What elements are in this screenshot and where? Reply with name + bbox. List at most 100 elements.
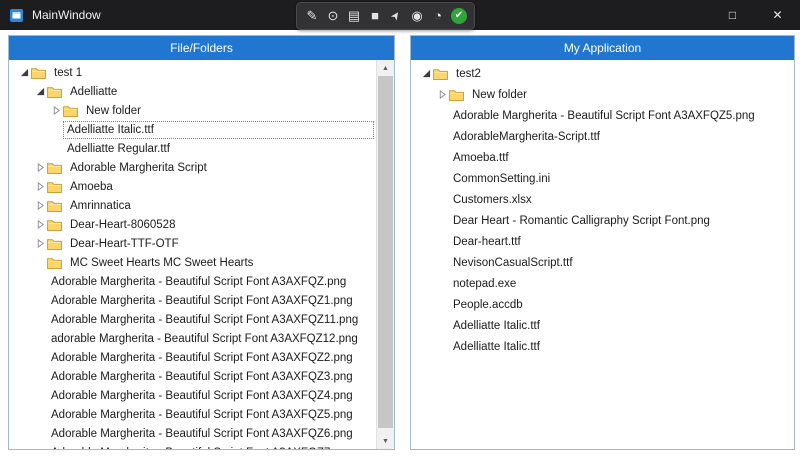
- folder-icon: [433, 68, 452, 80]
- expander-collapsed-icon[interactable]: [33, 182, 47, 191]
- tree-item-label: Dear-Heart-TTF-OTF: [66, 235, 183, 253]
- my-application-tree[interactable]: test2 New folder Adorable Margherita - Bea…: [411, 60, 794, 449]
- tree-item-folder[interactable]: Amrinnatica: [9, 196, 377, 215]
- tree-item-label: Dear-heart.ttf: [449, 233, 525, 251]
- folder-icon: [47, 181, 66, 193]
- tree-item-label: Amrinnatica: [66, 197, 135, 215]
- expander-expanded-icon[interactable]: [419, 69, 433, 78]
- expander-collapsed-icon[interactable]: [49, 106, 63, 115]
- maximize-button[interactable]: □: [710, 0, 755, 30]
- capture-toolbar: ✎ ⊙ ▤ ■➤◉ ◔ ✔: [296, 2, 475, 30]
- screen-share-icon[interactable]: ▤: [346, 8, 362, 24]
- folder-icon: [63, 105, 82, 117]
- tree-item-label: Adorable Margherita - Beautiful Script F…: [449, 107, 759, 125]
- window-title: MainWindow: [32, 8, 101, 22]
- my-application-panel: My Application test2New folderAdorable M…: [410, 35, 795, 450]
- tree-item-label: Adelliatte Italic.ttf: [449, 317, 544, 335]
- webcam-icon[interactable]: ⊙: [325, 8, 341, 24]
- tree-item-file[interactable]: Customers.xlsx: [411, 189, 794, 210]
- tree-item-folder[interactable]: test 1: [9, 63, 377, 82]
- tree-item-file[interactable]: AdorableMargherita-Script.ttf: [411, 126, 794, 147]
- tree-item-label: adorable Margherita - Beautiful Script F…: [47, 330, 362, 348]
- tree-item-file[interactable]: Adorable Margherita - Beautiful Script F…: [9, 348, 377, 367]
- file-folders-panel: File/Folders test 1AdelliatteNew folderA…: [8, 35, 395, 450]
- cursor-icon[interactable]: ➤: [385, 5, 407, 27]
- tree-item-file[interactable]: notepad.exe: [411, 273, 794, 294]
- screen-annotate-icon[interactable]: ✎: [304, 8, 320, 24]
- folder-icon: [47, 86, 66, 98]
- tree-item-folder[interactable]: Adelliatte: [9, 82, 377, 101]
- tree-item-label: Adelliatte Regular.ttf: [63, 140, 174, 158]
- tree-item-folder[interactable]: New folder: [9, 101, 377, 120]
- tree-item-label: Adorable Margherita Script: [66, 159, 211, 177]
- scrollbar-thumb[interactable]: [378, 76, 393, 428]
- tree-item-file[interactable]: Adelliatte Regular.ttf: [9, 139, 377, 158]
- folder-icon: [47, 238, 66, 250]
- record-icon[interactable]: ◉: [409, 8, 425, 24]
- tree-item-label: AdorableMargherita-Script.ttf: [449, 128, 604, 146]
- tree-item-label: People.accdb: [449, 296, 527, 314]
- window-controls: □ ✕: [710, 0, 800, 30]
- tree-item-file[interactable]: Amoeba.ttf: [411, 147, 794, 168]
- tree-item-file[interactable]: Dear Heart - Romantic Calligraphy Script…: [411, 210, 794, 231]
- tree-item-folder[interactable]: Amoeba: [9, 177, 377, 196]
- tree-item-label: Adorable Margherita - Beautiful Script F…: [47, 368, 357, 386]
- folder-icon: [449, 89, 468, 101]
- tree-item-file[interactable]: Adelliatte Italic.ttf: [411, 336, 794, 357]
- expander-collapsed-icon[interactable]: [33, 239, 47, 248]
- tree-item-file[interactable]: Dear-heart.ttf: [411, 231, 794, 252]
- expander-expanded-icon[interactable]: [17, 68, 31, 77]
- tree-item-folder[interactable]: MC Sweet Hearts MC Sweet Hearts: [9, 253, 377, 272]
- tree-item-label: Adelliatte Italic.ttf: [449, 338, 544, 356]
- tree-item-label: notepad.exe: [449, 275, 520, 293]
- tree-item-file[interactable]: Adelliatte Italic.ttf: [411, 315, 794, 336]
- tree-item-label: Adorable Margherita - Beautiful Script F…: [47, 444, 357, 450]
- tree-item-file[interactable]: Adorable Margherita - Beautiful Script F…: [9, 272, 377, 291]
- tree-item-label: Dear-Heart-8060528: [66, 216, 179, 234]
- tree-item-file[interactable]: Adorable Margherita - Beautiful Script F…: [9, 310, 377, 329]
- tree-item-label: Adorable Margherita - Beautiful Script F…: [47, 349, 357, 367]
- vertical-scrollbar[interactable]: ▲ ▼: [376, 60, 394, 449]
- file-folders-tree[interactable]: test 1AdelliatteNew folderAdelliatte Ita…: [9, 60, 377, 449]
- tree-item-file[interactable]: People.accdb: [411, 294, 794, 315]
- tree-item-file[interactable]: NevisonCasualScript.ttf: [411, 252, 794, 273]
- folder-icon: [47, 162, 66, 174]
- success-icon[interactable]: ✔: [451, 8, 467, 24]
- tree-item-folder[interactable]: Dear-Heart-8060528: [9, 215, 377, 234]
- folder-icon: [47, 219, 66, 231]
- close-button[interactable]: ✕: [755, 0, 800, 30]
- scroll-down-icon[interactable]: ▼: [377, 433, 394, 449]
- tree-item-file[interactable]: Adorable Margherita - Beautiful Script F…: [9, 386, 377, 405]
- tree-item-label: Adorable Margherita - Beautiful Script F…: [47, 387, 357, 405]
- expander-expanded-icon[interactable]: [33, 87, 47, 96]
- tree-item-file[interactable]: Adorable Margherita - Beautiful Script F…: [9, 405, 377, 424]
- tree-item-label: MC Sweet Hearts MC Sweet Hearts: [66, 254, 257, 272]
- tree-item-file[interactable]: Adelliatte Italic.ttf: [9, 120, 377, 139]
- tree-item-file[interactable]: Adorable Margherita - Beautiful Script F…: [9, 367, 377, 386]
- tree-item-label: New folder: [468, 86, 531, 104]
- folder-icon: [47, 257, 66, 269]
- tree-item-label: Adorable Margherita - Beautiful Script F…: [47, 292, 357, 310]
- tree-item-folder[interactable]: Dear-Heart-TTF-OTF: [9, 234, 377, 253]
- scroll-up-icon[interactable]: ▲: [377, 60, 394, 76]
- tree-item-file[interactable]: Adorable Margherita - Beautiful Script F…: [9, 291, 377, 310]
- tree-item-file[interactable]: adorable Margherita - Beautiful Script F…: [9, 329, 377, 348]
- tree-item-label: NevisonCasualScript.ttf: [449, 254, 577, 272]
- timer-icon[interactable]: ◔: [430, 8, 446, 24]
- tree-item-file[interactable]: Adorable Margherita - Beautiful Script F…: [411, 105, 794, 126]
- expander-collapsed-icon[interactable]: [33, 220, 47, 229]
- tree-item-folder[interactable]: test2: [411, 63, 794, 84]
- tree-item-folder[interactable]: Adorable Margherita Script: [9, 158, 377, 177]
- tree-item-file[interactable]: Adorable Margherita - Beautiful Script F…: [9, 424, 377, 443]
- tree-item-folder[interactable]: New folder: [411, 84, 794, 105]
- tree-item-file[interactable]: Adorable Margherita - Beautiful Script F…: [9, 443, 377, 449]
- expander-collapsed-icon[interactable]: [33, 163, 47, 172]
- stop-icon[interactable]: ■: [367, 8, 383, 24]
- app-icon: [9, 8, 24, 23]
- tree-item-label: New folder: [82, 102, 145, 120]
- expander-collapsed-icon[interactable]: [33, 201, 47, 210]
- expander-collapsed-icon[interactable]: [435, 90, 449, 99]
- folder-icon: [31, 67, 50, 79]
- tree-item-file[interactable]: CommonSetting.ini: [411, 168, 794, 189]
- tree-item-label: Adorable Margherita - Beautiful Script F…: [47, 425, 357, 443]
